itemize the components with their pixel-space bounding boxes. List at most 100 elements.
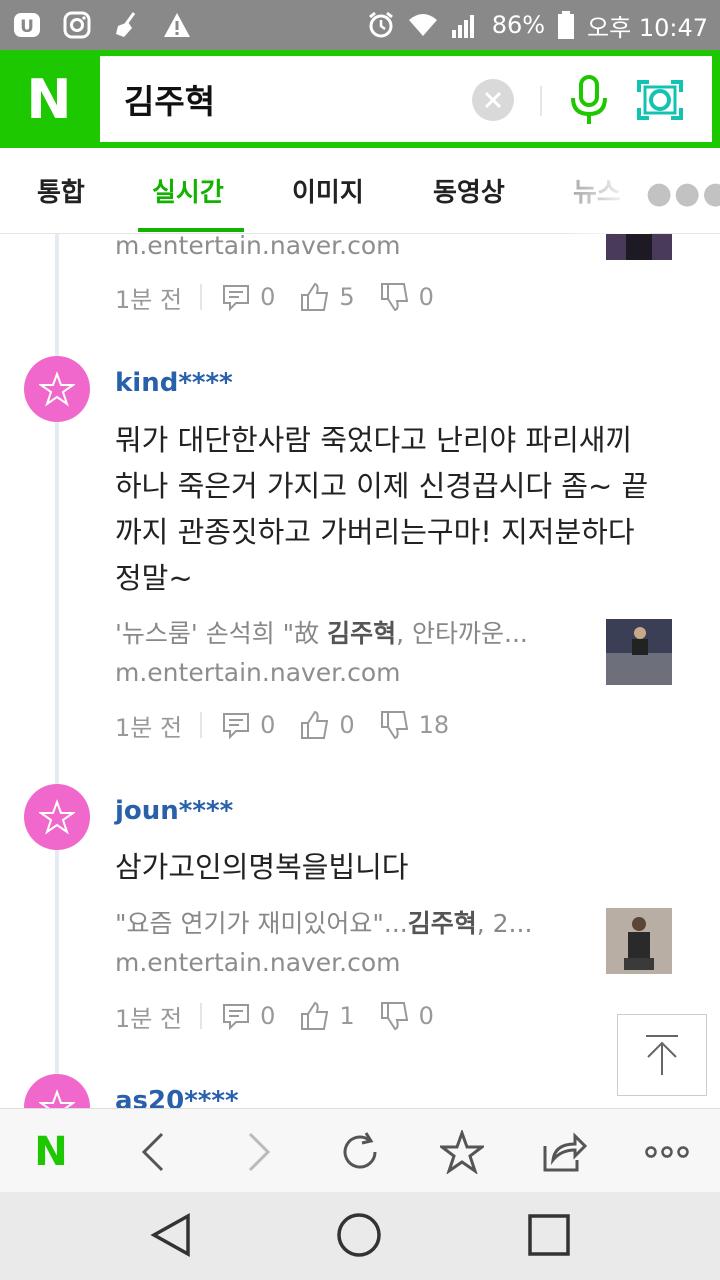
username[interactable]: kind****	[115, 368, 233, 398]
news-thumbnail[interactable]	[606, 908, 672, 974]
thumbs-up-icon	[301, 710, 329, 739]
battery-icon	[558, 11, 575, 39]
instagram-icon	[63, 11, 91, 39]
more-tabs-icon[interactable]: ●●●	[646, 176, 720, 211]
like-button[interactable]: 5	[299, 281, 355, 313]
comment-line: 정말~	[115, 561, 193, 595]
comment-text: 뭐가 대단한사람 죽었다고 난리야 파리새끼 하나 죽은거 가지고 이제 신경끕…	[115, 417, 685, 601]
post-time: 1분 전	[115, 713, 183, 742]
star-outline-icon	[440, 1130, 484, 1174]
arrow-up-icon	[646, 1035, 678, 1075]
back-triangle-icon[interactable]	[146, 1210, 196, 1260]
tab-integrated[interactable]: 통합	[37, 172, 85, 209]
thumbs-down-icon	[380, 711, 408, 740]
clear-search-button[interactable]	[472, 79, 514, 121]
link-url[interactable]: m.entertain.naver.com	[115, 658, 401, 687]
android-nav-bar	[0, 1192, 720, 1280]
like-button[interactable]: 0	[299, 709, 355, 741]
thumbs-up-icon	[301, 282, 329, 311]
star-icon	[39, 1089, 75, 1108]
naver-logo-text: N	[26, 67, 72, 131]
more-dots-icon	[645, 1146, 689, 1158]
avatar[interactable]	[24, 356, 90, 422]
comment-count: 0	[260, 1002, 276, 1030]
browser-toolbar: N	[0, 1108, 720, 1192]
clock: 오후 10:47	[587, 13, 708, 42]
username[interactable]: as20****	[115, 1086, 239, 1108]
link-title-pre: "요즘 연기가 재미있어요"...	[115, 909, 408, 938]
divider	[540, 86, 542, 116]
comment-icon	[223, 713, 250, 740]
link-url[interactable]: m.entertain.naver.com	[115, 234, 401, 260]
home-circle-icon[interactable]	[334, 1210, 384, 1260]
refresh-button[interactable]	[335, 1127, 385, 1177]
alarm-icon	[368, 11, 393, 38]
comment-line: 하나 죽은거 가지고 이제 신경끕시다 좀~ 끝	[115, 469, 649, 503]
like-count: 1	[339, 1002, 355, 1030]
tab-realtime[interactable]: 실시간	[152, 172, 224, 209]
scroll-to-top-button[interactable]	[617, 1014, 707, 1096]
avatar[interactable]	[24, 1074, 90, 1108]
link-title-keyword: 김주혁	[327, 619, 397, 648]
broom-cleaner-icon	[116, 12, 136, 37]
chevron-left-icon	[141, 1132, 164, 1172]
comment-line: 까지 관종짓하고 가버리는구마! 지저분하다	[115, 515, 635, 549]
search-tabs: 통합 실시간 이미지 동영상 뉴스 ●●●	[0, 148, 720, 234]
link-title-keyword: 김주혁	[407, 909, 477, 938]
comment-icon	[223, 285, 250, 312]
post-meta: 1분 전 0 5 0	[115, 279, 458, 315]
comment-button[interactable]: 0	[220, 1000, 275, 1032]
wifi-icon	[408, 14, 437, 36]
comment-line: 뭐가 대단한사람 죽었다고 난리야 파리새끼	[115, 423, 633, 457]
close-icon	[484, 91, 502, 109]
link-title-pre: '뉴스룸' 손석희 "故	[115, 619, 328, 648]
bookmark-button[interactable]	[437, 1127, 487, 1177]
active-tab-indicator	[138, 228, 244, 232]
camera-lens-icon[interactable]	[636, 78, 684, 122]
dislike-button[interactable]: 0	[379, 1000, 434, 1032]
post-time: 1분 전	[115, 285, 183, 314]
naver-logo[interactable]: N	[0, 50, 98, 148]
comment-button[interactable]: 0	[220, 709, 275, 741]
dislike-button[interactable]: 0	[379, 281, 434, 313]
post-time: 1분 전	[115, 1004, 183, 1033]
microphone-icon[interactable]	[566, 74, 612, 128]
signal-icon	[451, 15, 474, 38]
link-title[interactable]: "요즘 연기가 재미있어요"...김주혁, 2...	[115, 904, 585, 940]
post-meta: 1분 전 0 0 18	[115, 707, 473, 743]
search-field[interactable]: 김주혁	[100, 56, 712, 142]
tab-videos[interactable]: 동영상	[433, 172, 505, 209]
status-bar: U 86% 오후 10:47	[0, 0, 720, 50]
like-count: 5	[339, 283, 355, 311]
comment-text: 삼가고인의명복을빕니다	[115, 844, 685, 890]
back-button[interactable]	[128, 1127, 178, 1177]
dislike-button[interactable]: 18	[379, 709, 449, 741]
realtime-feed: m.entertain.naver.com 1분 전 0 5 0 kind***…	[0, 234, 720, 1108]
link-title-post: , 안타까운...	[396, 619, 528, 648]
refresh-icon	[343, 1132, 377, 1169]
search-input[interactable]: 김주혁	[124, 75, 215, 123]
link-title[interactable]: '뉴스룸' 손석희 "故 김주혁, 안타까운...	[115, 614, 585, 650]
news-thumbnail[interactable]	[606, 619, 672, 685]
comment-button[interactable]: 0	[220, 281, 275, 313]
comment-line: 삼가고인의명복을빕니다	[115, 850, 409, 884]
warning-icon	[164, 13, 190, 37]
search-header: N 김주혁	[0, 50, 720, 148]
star-icon	[39, 799, 75, 835]
thumbs-down-icon	[380, 283, 408, 312]
svg-text:U: U	[20, 17, 34, 37]
share-icon	[543, 1132, 587, 1172]
naver-home-button[interactable]: N	[26, 1127, 76, 1177]
avatar[interactable]	[24, 784, 90, 850]
link-url[interactable]: m.entertain.naver.com	[115, 948, 401, 977]
more-menu-button[interactable]	[642, 1127, 692, 1177]
username[interactable]: joun****	[115, 796, 233, 826]
forward-button[interactable]	[234, 1127, 284, 1177]
recents-square-icon[interactable]	[524, 1210, 574, 1260]
tab-images[interactable]: 이미지	[292, 172, 364, 209]
share-button[interactable]	[539, 1127, 589, 1177]
like-button[interactable]: 1	[299, 1000, 355, 1032]
thumbs-down-icon	[380, 1002, 408, 1031]
comment-count: 0	[260, 711, 276, 739]
news-thumbnail[interactable]	[606, 234, 672, 260]
